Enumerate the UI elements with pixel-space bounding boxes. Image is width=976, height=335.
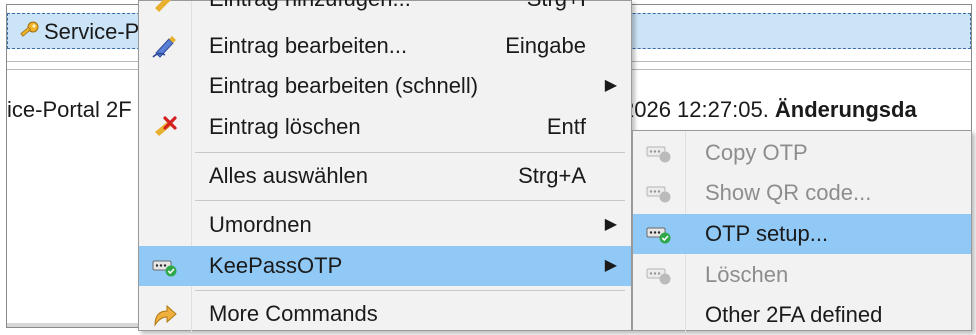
submenu-item-show-qr[interactable]: Show QR code... [633, 173, 971, 213]
menu-item-quick-edit[interactable]: Eintrag bearbeiten (schnell) ▶ [139, 66, 631, 106]
submenu-item-label: Löschen [705, 262, 789, 287]
menu-item-delete-entry[interactable]: Eintrag löschen Entf [139, 107, 631, 147]
menu-item-label: Eintrag hinzufügen... [209, 0, 411, 19]
submenu-arrow-icon: ▶ [604, 216, 617, 233]
submenu-item-delete[interactable]: Löschen [633, 255, 971, 295]
add-entry-icon [155, 0, 171, 12]
otp-icon [152, 260, 177, 277]
menu-item-label: Eintrag bearbeiten... [209, 33, 408, 58]
menu-separator [195, 290, 625, 291]
submenu-item-otp-setup[interactable]: OTP setup... [633, 214, 971, 254]
submenu-item-copy-otp[interactable]: Copy OTP [633, 133, 971, 173]
submenu-arrow-icon: ▶ [604, 257, 617, 274]
details-field-label: Änderungsda [774, 97, 917, 122]
details-modified-text: 2026 12:27:05. Änderungsda [622, 95, 917, 125]
delete-x-icon [155, 116, 177, 136]
menu-item-shortcut: Strg+I [527, 0, 586, 19]
menu-item-shortcut: Entf [546, 114, 586, 139]
menu-item-label: Eintrag löschen [209, 114, 361, 139]
submenu-item-label: Show QR code... [705, 180, 872, 205]
menu-item-shortcut: Eingabe [505, 33, 586, 58]
details-entry-name: ice-Portal 2F [7, 97, 132, 122]
key-icon [20, 21, 39, 37]
menu-item-reorder[interactable]: Umordnen ▶ [139, 205, 631, 245]
submenu-item-label: OTP setup... [705, 221, 829, 246]
submenu-item-label: Other 2FA defined [705, 302, 883, 327]
submenu-item-label: Copy OTP [705, 140, 808, 165]
submenu-item-other-2fa[interactable]: Other 2FA defined [633, 295, 971, 335]
menu-item-add-entry[interactable]: Eintrag hinzufügen... Strg+I [139, 0, 631, 19]
edit-pencil-icon [152, 36, 176, 58]
menu-item-edit-entry[interactable]: Eintrag bearbeiten... Eingabe [139, 26, 631, 66]
menu-item-more-commands[interactable]: More Commands [139, 294, 631, 334]
otp-icon [646, 268, 671, 285]
menu-separator [195, 200, 625, 201]
menu-item-keepassotp[interactable]: KeePassOTP ▶ [139, 246, 631, 286]
menu-item-select-all[interactable]: Alles auswählen Strg+A [139, 156, 631, 196]
more-commands-arrow-icon [154, 304, 177, 327]
menu-separator [195, 152, 625, 153]
menu-item-label: More Commands [209, 301, 378, 326]
menu-item-label: Eintrag bearbeiten (schnell) [209, 73, 479, 98]
menu-item-shortcut: Strg+A [518, 163, 586, 188]
otp-icon [646, 146, 671, 163]
menu-item-label: Alles auswählen [209, 163, 368, 188]
otp-icon [646, 186, 671, 203]
keepassotp-submenu: Copy OTP Show QR code... OTP setup... Lö… [632, 130, 972, 332]
menu-item-label: Umordnen [209, 212, 312, 237]
otp-icon [646, 227, 671, 244]
submenu-arrow-icon: ▶ [604, 77, 617, 94]
menu-item-label: KeePassOTP [209, 253, 343, 278]
details-timestamp: 2026 12:27:05. [622, 97, 775, 122]
context-menu: Eintrag hinzufügen... Strg+I Eintrag bea… [138, 0, 632, 334]
